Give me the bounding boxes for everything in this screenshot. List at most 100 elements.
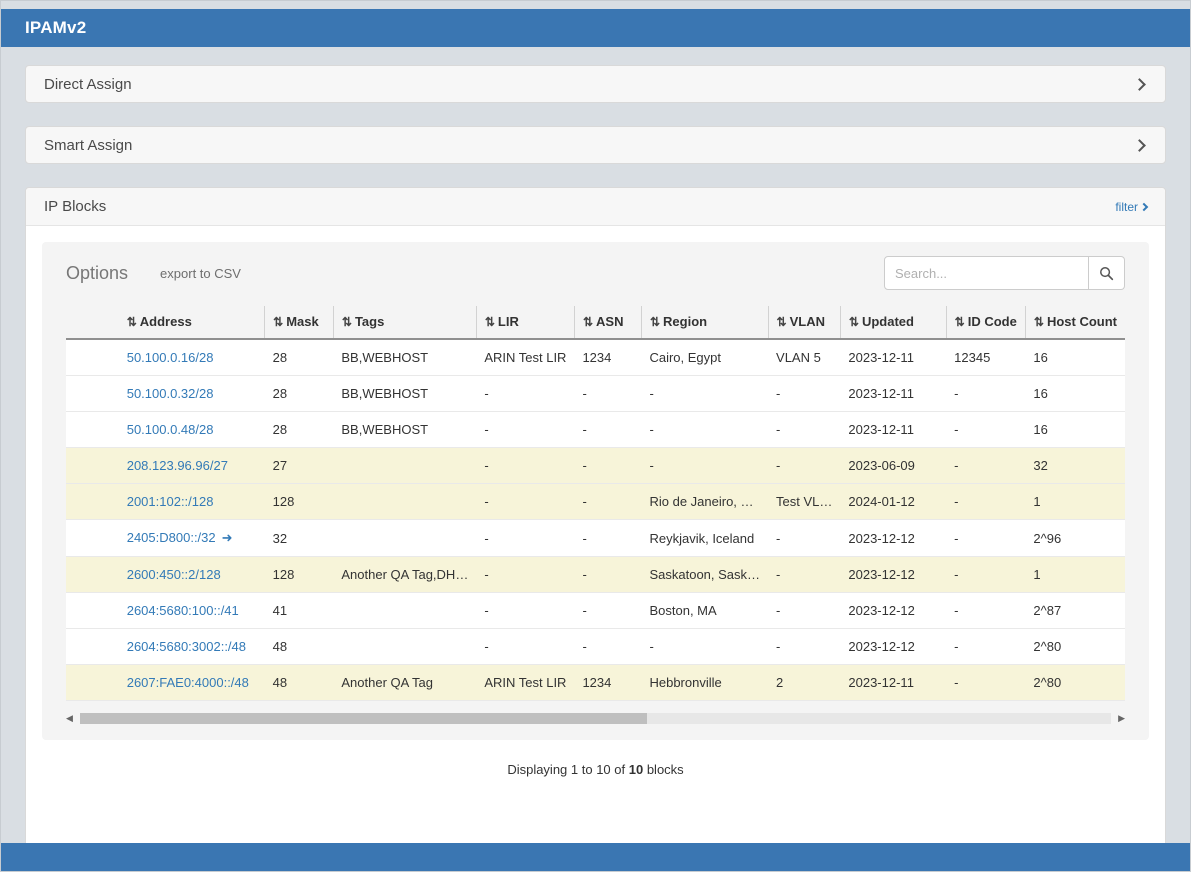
cell-tags: Another QA Tag,DH… xyxy=(333,557,476,593)
cell-id-code: - xyxy=(946,629,1025,665)
table-row: 2001:102::/128128--Rio de Janeiro, …Test… xyxy=(66,484,1125,520)
cell-tags xyxy=(333,593,476,629)
cell-lir: - xyxy=(476,448,574,484)
cell-updated: 2023-12-11 xyxy=(840,376,946,412)
address-link[interactable]: 2607:FAE0:4000::/48 xyxy=(127,675,249,690)
column-header-address[interactable]: ⇅Address xyxy=(119,306,265,339)
cell-asn: - xyxy=(574,557,641,593)
direct-assign-panel[interactable]: Direct Assign xyxy=(25,65,1166,103)
cell-tags: BB,WEBHOST xyxy=(333,412,476,448)
row-spacer xyxy=(66,484,119,520)
column-header-asn[interactable]: ⇅ASN xyxy=(574,306,641,339)
column-header-vlan[interactable]: ⇅VLAN xyxy=(768,306,840,339)
cell-host-count: 16 xyxy=(1025,412,1125,448)
address-link[interactable]: 2405:D800::/32 xyxy=(127,530,216,545)
cell-address: 2604:5680:100::/41 xyxy=(119,593,265,629)
summary-total: 10 xyxy=(629,762,643,777)
search-button[interactable] xyxy=(1089,256,1125,290)
cell-mask: 28 xyxy=(265,339,334,376)
column-header-lir[interactable]: ⇅LIR xyxy=(476,306,574,339)
table-row: 2405:D800::/32➜32--Reykjavik, Iceland-20… xyxy=(66,520,1125,557)
filter-link[interactable]: filter xyxy=(1115,200,1147,214)
cell-mask: 41 xyxy=(265,593,334,629)
cell-asn: 1234 xyxy=(574,339,641,376)
cell-tags: Another QA Tag xyxy=(333,665,476,701)
column-header-id-code[interactable]: ⇅ID Code xyxy=(946,306,1025,339)
address-link[interactable]: 50.100.0.16/28 xyxy=(127,350,214,365)
cell-host-count: 16 xyxy=(1025,339,1125,376)
cell-region: Boston, MA xyxy=(641,593,768,629)
smart-assign-panel[interactable]: Smart Assign xyxy=(25,126,1166,164)
cell-updated: 2023-06-09 xyxy=(840,448,946,484)
cell-id-code: - xyxy=(946,448,1025,484)
cell-tags xyxy=(333,484,476,520)
ip-blocks-table: ⇅Address⇅Mask⇅Tags⇅LIR⇅ASN⇅Region⇅VLAN⇅U… xyxy=(66,306,1125,701)
column-header-mask[interactable]: ⇅Mask xyxy=(265,306,334,339)
address-link[interactable]: 2604:5680:3002::/48 xyxy=(127,639,246,654)
cell-lir: - xyxy=(476,520,574,557)
cell-mask: 48 xyxy=(265,629,334,665)
cell-address: 208.123.96.96/27 xyxy=(119,448,265,484)
chevron-right-icon xyxy=(1133,78,1146,91)
sort-icon: ⇅ xyxy=(650,315,660,329)
cell-vlan: - xyxy=(768,629,840,665)
cell-id-code: 12345 xyxy=(946,339,1025,376)
cell-mask: 128 xyxy=(265,484,334,520)
scrollbar-thumb[interactable] xyxy=(80,713,647,724)
cell-host-count: 1 xyxy=(1025,557,1125,593)
row-spacer xyxy=(66,339,119,376)
cell-updated: 2023-12-12 xyxy=(840,593,946,629)
column-header-tags[interactable]: ⇅Tags xyxy=(333,306,476,339)
row-spacer xyxy=(66,557,119,593)
cell-lir: - xyxy=(476,484,574,520)
cell-lir: - xyxy=(476,412,574,448)
sort-icon: ⇅ xyxy=(849,315,859,329)
address-link[interactable]: 2001:102::/128 xyxy=(127,494,214,509)
cell-updated: 2024-01-12 xyxy=(840,484,946,520)
sort-icon: ⇅ xyxy=(273,315,283,329)
cell-address: 2607:FAE0:4000::/48 xyxy=(119,665,265,701)
row-spacer xyxy=(66,306,119,339)
options-box: Options export to CSV xyxy=(42,242,1149,740)
address-link[interactable]: 50.100.0.32/28 xyxy=(127,386,214,401)
table-body: 50.100.0.16/2828BB,WEBHOSTARIN Test LIR1… xyxy=(66,339,1125,701)
address-link[interactable]: 208.123.96.96/27 xyxy=(127,458,228,473)
cell-region: Hebbronville xyxy=(641,665,768,701)
cell-asn: - xyxy=(574,593,641,629)
cell-vlan: VLAN 5 xyxy=(768,339,840,376)
cell-id-code: - xyxy=(946,412,1025,448)
scroll-left-arrow-icon[interactable]: ◀ xyxy=(66,714,73,723)
scrollbar-track[interactable] xyxy=(80,713,1111,724)
column-header-host-count[interactable]: ⇅Host Count xyxy=(1025,306,1125,339)
cell-asn: - xyxy=(574,520,641,557)
cell-vlan: - xyxy=(768,448,840,484)
cell-address: 50.100.0.48/28 xyxy=(119,412,265,448)
main-content: Direct Assign Smart Assign IP Blocks fil… xyxy=(1,47,1190,862)
ip-blocks-label: IP Blocks xyxy=(44,198,106,215)
cell-region: - xyxy=(641,629,768,665)
sort-icon: ⇅ xyxy=(485,315,495,329)
cell-id-code: - xyxy=(946,665,1025,701)
address-link[interactable]: 50.100.0.48/28 xyxy=(127,422,214,437)
cell-vlan: 2 xyxy=(768,665,840,701)
address-link[interactable]: 2600:450::2/128 xyxy=(127,567,221,582)
filter-link-label: filter xyxy=(1115,200,1138,214)
column-header-updated[interactable]: ⇅Updated xyxy=(840,306,946,339)
cell-vlan: - xyxy=(768,520,840,557)
cell-mask: 28 xyxy=(265,412,334,448)
cell-address: 50.100.0.32/28 xyxy=(119,376,265,412)
sort-icon: ⇅ xyxy=(342,315,352,329)
search-input[interactable] xyxy=(884,256,1089,290)
address-link[interactable]: 2604:5680:100::/41 xyxy=(127,603,239,618)
export-csv-link[interactable]: export to CSV xyxy=(160,266,241,281)
cell-host-count: 2^96 xyxy=(1025,520,1125,557)
cell-tags: BB,WEBHOST xyxy=(333,339,476,376)
cell-lir: ARIN Test LIR xyxy=(476,339,574,376)
app-footer xyxy=(1,843,1190,871)
cell-host-count: 32 xyxy=(1025,448,1125,484)
cell-id-code: - xyxy=(946,520,1025,557)
column-header-region[interactable]: ⇅Region xyxy=(641,306,768,339)
cell-region: Rio de Janeiro, … xyxy=(641,484,768,520)
scroll-right-arrow-icon[interactable]: ▶ xyxy=(1118,714,1125,723)
cell-mask: 27 xyxy=(265,448,334,484)
